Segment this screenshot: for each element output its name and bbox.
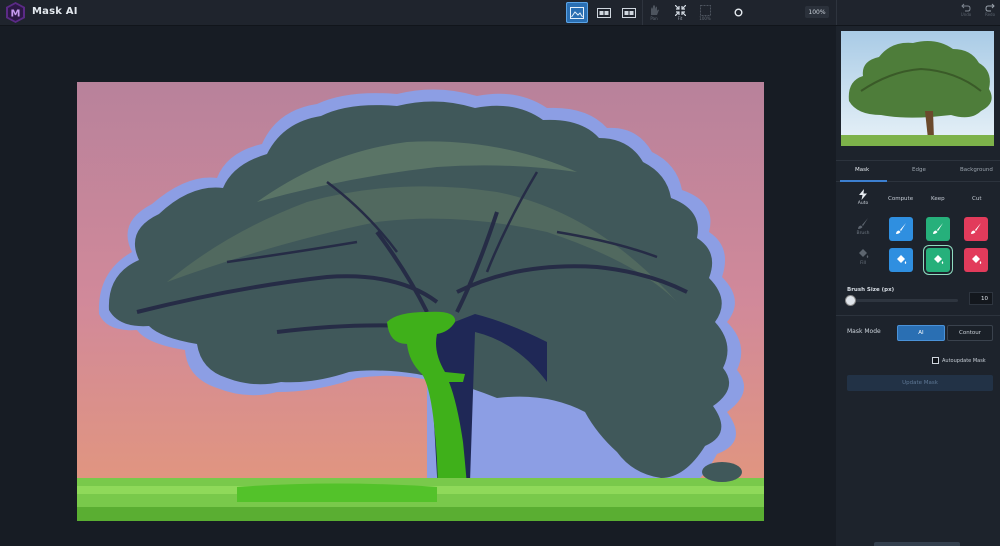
image-icon bbox=[570, 6, 584, 19]
side-by-side-icon bbox=[622, 7, 636, 18]
view-mask-tool[interactable] bbox=[566, 2, 588, 23]
masked-photo[interactable] bbox=[77, 82, 764, 521]
autoupdate-row[interactable]: Autoupdate Mask bbox=[932, 357, 986, 364]
brush-icon bbox=[933, 223, 943, 234]
auto-tool[interactable]: Auto bbox=[853, 189, 873, 206]
zoom-level[interactable]: 100% bbox=[805, 6, 829, 18]
auto-label: Auto bbox=[857, 201, 869, 206]
lightning-icon bbox=[859, 189, 867, 200]
redo-label: Redo bbox=[984, 12, 996, 17]
fit-arrows-icon bbox=[674, 4, 686, 16]
brush-icon bbox=[858, 218, 868, 229]
brush-icon bbox=[971, 223, 981, 234]
undo-label: Undo bbox=[960, 12, 972, 17]
split-view-icon bbox=[597, 7, 611, 18]
redo-icon bbox=[985, 3, 995, 12]
keep-brush-button[interactable] bbox=[926, 217, 950, 241]
redo-button[interactable]: Redo bbox=[982, 3, 998, 17]
compute-fill-button[interactable] bbox=[889, 248, 913, 272]
pan-label: Pan bbox=[650, 15, 658, 21]
fill-label: Fill bbox=[859, 261, 866, 266]
view-split-tool[interactable] bbox=[593, 2, 615, 23]
panel-tabs: Mask Edge Background bbox=[836, 160, 1000, 182]
pan-tool[interactable]: Pan bbox=[643, 2, 665, 23]
tab-mask[interactable]: Mask bbox=[855, 167, 869, 173]
fill-tool[interactable]: Fill bbox=[853, 248, 873, 266]
fit-label: Fit bbox=[677, 15, 683, 21]
brush-size-slider-thumb[interactable] bbox=[845, 295, 857, 306]
circle-icon bbox=[734, 8, 742, 17]
column-compute: Compute bbox=[888, 196, 914, 202]
panel-footer-button[interactable] bbox=[874, 542, 960, 546]
autoupdate-checkbox[interactable] bbox=[932, 357, 939, 364]
panel-divider bbox=[836, 315, 1000, 316]
paint-bucket-icon bbox=[859, 249, 869, 258]
compare-toggle[interactable] bbox=[727, 2, 749, 23]
undo-icon bbox=[961, 3, 971, 12]
brush-label: Brush bbox=[856, 231, 870, 236]
brush-size-label: Brush Size (px) bbox=[847, 287, 895, 293]
app-logo-icon: M bbox=[6, 2, 25, 23]
top-bar: M Mask AI Pan Fit 100% 100% Undo Redo bbox=[0, 0, 1000, 26]
column-keep: Keep bbox=[931, 196, 945, 202]
app-title: Mask AI bbox=[32, 6, 78, 17]
paint-bucket-icon bbox=[897, 255, 907, 264]
hand-icon bbox=[651, 4, 659, 15]
actual-size-tool[interactable]: 100% bbox=[694, 2, 716, 23]
preview-thumbnail bbox=[841, 31, 994, 146]
tab-edge[interactable]: Edge bbox=[912, 167, 926, 173]
active-tab-indicator bbox=[840, 180, 887, 182]
keep-fill-button[interactable] bbox=[926, 248, 950, 272]
fit-tool[interactable]: Fit bbox=[669, 2, 691, 23]
brush-tool[interactable]: Brush bbox=[853, 218, 873, 236]
svg-text:M: M bbox=[11, 9, 21, 20]
cut-brush-button[interactable] bbox=[964, 217, 988, 241]
compute-brush-button[interactable] bbox=[889, 217, 913, 241]
canvas-area[interactable] bbox=[0, 26, 836, 546]
paint-bucket-icon bbox=[972, 255, 982, 264]
mask-mode-label: Mask Mode bbox=[847, 328, 881, 335]
update-mask-button[interactable]: Update Mask bbox=[847, 375, 993, 391]
autoupdate-label: Autoupdate Mask bbox=[942, 357, 986, 364]
right-panel: Mask Edge Background Compute Keep Cut Au… bbox=[836, 26, 1000, 546]
brush-icon bbox=[896, 223, 906, 234]
tab-background[interactable]: Background bbox=[960, 167, 993, 173]
mask-mode-contour-button[interactable]: Contour bbox=[947, 325, 993, 341]
undo-button[interactable]: Undo bbox=[958, 3, 974, 17]
paint-bucket-icon bbox=[934, 255, 944, 264]
brush-size-slider[interactable] bbox=[845, 295, 958, 306]
column-cut: Cut bbox=[972, 196, 982, 202]
mask-mode-ai-button[interactable]: AI bbox=[897, 325, 945, 341]
view-side-by-side-tool[interactable] bbox=[618, 2, 640, 23]
actual-size-icon bbox=[699, 4, 711, 16]
cut-fill-button[interactable] bbox=[964, 248, 988, 272]
brush-size-input[interactable]: 10 bbox=[969, 292, 993, 305]
actual-size-label: 100% bbox=[699, 15, 711, 21]
